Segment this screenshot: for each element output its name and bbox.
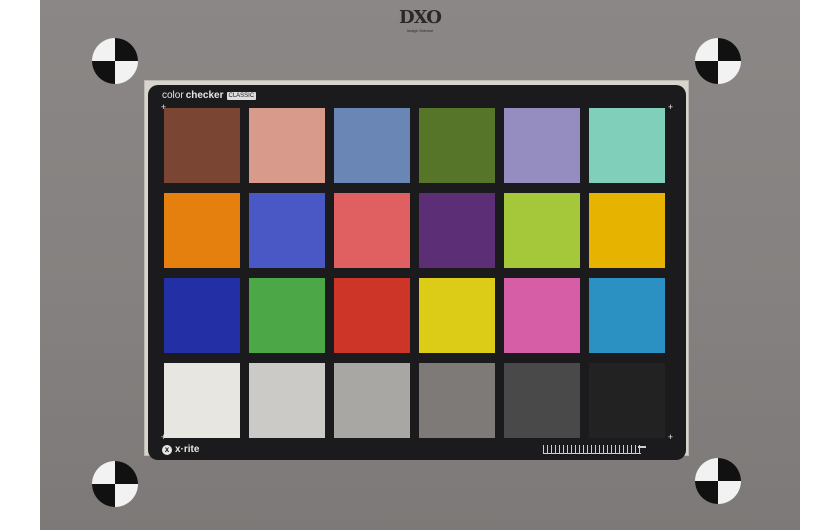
logo-tagline: Image Science xyxy=(406,28,434,33)
color-patch-r4-c4 xyxy=(419,363,495,438)
color-patch-r1-c6 xyxy=(589,108,665,183)
registration-target-icon xyxy=(695,458,741,504)
color-patch-r2-c6 xyxy=(589,193,665,268)
dxo-logo: DXO Image Science xyxy=(396,7,444,34)
color-patch-r1-c5 xyxy=(504,108,580,183)
registration-target-icon xyxy=(92,38,138,84)
logo-wordmark: DXO xyxy=(399,7,442,28)
color-patch-r4-c6 xyxy=(589,363,665,438)
xrite-wordmark: x·rite xyxy=(175,444,200,455)
crosshair-icon: + xyxy=(667,102,674,112)
color-patch-r3-c5 xyxy=(504,278,580,353)
color-patch-r1-c4 xyxy=(419,108,495,183)
xrite-logo: x x·rite xyxy=(162,444,199,456)
color-patch-r4-c5 xyxy=(504,363,580,438)
color-patch-r3-c6 xyxy=(589,278,665,353)
color-patch-r2-c4 xyxy=(419,193,495,268)
color-patch-r4-c1 xyxy=(164,363,240,438)
registration-target-icon xyxy=(695,38,741,84)
brand-badge: CLASSIC xyxy=(226,92,257,100)
ruler-end-mark xyxy=(638,446,646,448)
color-patch-r3-c4 xyxy=(419,278,495,353)
color-patch-r3-c2 xyxy=(249,278,325,353)
xrite-mark-icon: x xyxy=(162,445,172,455)
color-patch-r3-c1 xyxy=(164,278,240,353)
color-patch-r4-c2 xyxy=(249,363,325,438)
colorchecker-brand: color checker CLASSIC xyxy=(162,90,257,102)
ruler-scale xyxy=(543,445,641,454)
brand-bold: checker xyxy=(185,90,224,101)
color-patch-r3-c3 xyxy=(334,278,410,353)
color-patch-r1-c1 xyxy=(164,108,240,183)
brand-regular: color xyxy=(162,90,184,101)
color-patch-r2-c1 xyxy=(164,193,240,268)
color-patch-r2-c2 xyxy=(249,193,325,268)
color-patch-r1-c3 xyxy=(334,108,410,183)
color-patch-r1-c2 xyxy=(249,108,325,183)
crosshair-icon: + xyxy=(667,432,674,442)
registration-target-icon xyxy=(92,461,138,507)
color-patch-r2-c5 xyxy=(504,193,580,268)
color-patch-r4-c3 xyxy=(334,363,410,438)
color-patch-r2-c3 xyxy=(334,193,410,268)
